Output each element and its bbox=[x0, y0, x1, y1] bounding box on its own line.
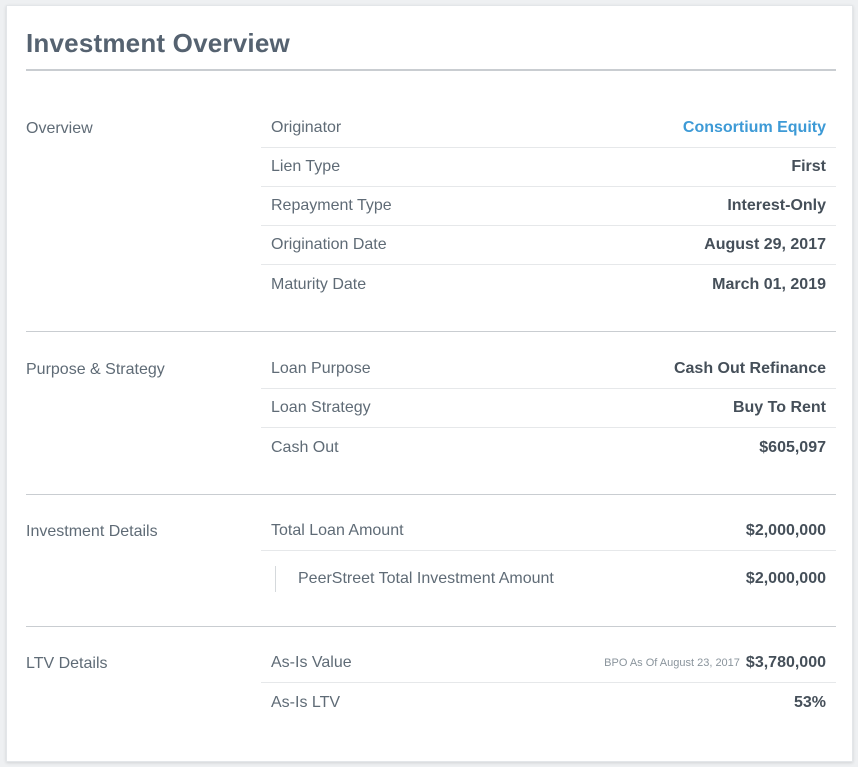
row-value: August 29, 2017 bbox=[704, 236, 826, 253]
row-label: As-Is Value bbox=[271, 654, 352, 671]
row-value: 53% bbox=[793, 693, 826, 711]
row-label: Maturity Date bbox=[271, 275, 367, 293]
row-as-is-value: As-Is Value BPO As Of August 23, 2017 $3… bbox=[261, 644, 836, 683]
row-label: Origination Date bbox=[271, 236, 387, 253]
row-value: $2,000,000 bbox=[745, 522, 826, 539]
row-value: First bbox=[791, 158, 826, 175]
sub-row-label-wrap: PeerStreet Total Investment Amount bbox=[271, 566, 554, 592]
section-label-investment: Investment Details bbox=[26, 523, 158, 540]
originator-link[interactable]: Consortium Equity bbox=[683, 119, 826, 137]
row-total-loan-amount: Total Loan Amount $2,000,000 bbox=[261, 512, 836, 551]
row-originator: Originator Consortium Equity bbox=[261, 109, 836, 148]
title-divider bbox=[26, 69, 836, 71]
purpose-rows: Loan Purpose Cash Out Refinance Loan Str… bbox=[261, 350, 836, 467]
row-maturity-date: Maturity Date March 01, 2019 bbox=[261, 265, 836, 304]
row-origination-date: Origination Date August 29, 2017 bbox=[261, 226, 836, 265]
bpo-note: BPO As Of August 23, 2017 bbox=[604, 657, 740, 669]
indent-bar bbox=[275, 566, 276, 592]
section-divider bbox=[26, 626, 836, 627]
row-value: Interest-Only bbox=[727, 197, 826, 214]
section-label-overview: Overview bbox=[26, 120, 93, 137]
investment-rows: Total Loan Amount $2,000,000 PeerStreet … bbox=[261, 512, 836, 607]
row-value: $605,097 bbox=[759, 438, 826, 456]
row-label: Lien Type bbox=[271, 158, 341, 175]
row-label: Originator bbox=[271, 119, 342, 136]
row-label: Total Loan Amount bbox=[271, 522, 404, 539]
row-label: Cash Out bbox=[271, 438, 339, 456]
page-title: Investment Overview bbox=[26, 28, 290, 58]
row-loan-purpose: Loan Purpose Cash Out Refinance bbox=[261, 350, 836, 389]
row-value: $2,000,000 bbox=[745, 570, 826, 587]
ltv-rows: As-Is Value BPO As Of August 23, 2017 $3… bbox=[261, 644, 836, 722]
row-cash-out: Cash Out $605,097 bbox=[261, 428, 836, 467]
row-value: March 01, 2019 bbox=[712, 275, 826, 293]
investment-overview-card: Investment Overview Overview Originator … bbox=[6, 5, 853, 762]
section-label-ltv: LTV Details bbox=[26, 655, 108, 672]
row-loan-strategy: Loan Strategy Buy To Rent bbox=[261, 389, 836, 428]
section-divider bbox=[26, 331, 836, 332]
row-repayment-type: Repayment Type Interest-Only bbox=[261, 187, 836, 226]
value-wrap: BPO As Of August 23, 2017 $3,780,000 bbox=[604, 654, 826, 672]
row-value: Buy To Rent bbox=[732, 399, 826, 416]
row-label: Repayment Type bbox=[271, 197, 392, 214]
row-label: Loan Strategy bbox=[271, 399, 371, 416]
row-value: $3,780,000 bbox=[745, 654, 826, 671]
row-label: PeerStreet Total Investment Amount bbox=[298, 570, 554, 587]
section-label-purpose: Purpose & Strategy bbox=[26, 361, 165, 378]
row-lien-type: Lien Type First bbox=[261, 148, 836, 187]
row-label: As-Is LTV bbox=[271, 693, 341, 711]
overview-rows: Originator Consortium Equity Lien Type F… bbox=[261, 109, 836, 304]
row-label: Loan Purpose bbox=[271, 360, 371, 377]
row-value: Cash Out Refinance bbox=[673, 360, 826, 377]
row-peerstreet-investment: PeerStreet Total Investment Amount $2,00… bbox=[261, 551, 836, 607]
section-divider bbox=[26, 494, 836, 495]
row-as-is-ltv: As-Is LTV 53% bbox=[261, 683, 836, 722]
